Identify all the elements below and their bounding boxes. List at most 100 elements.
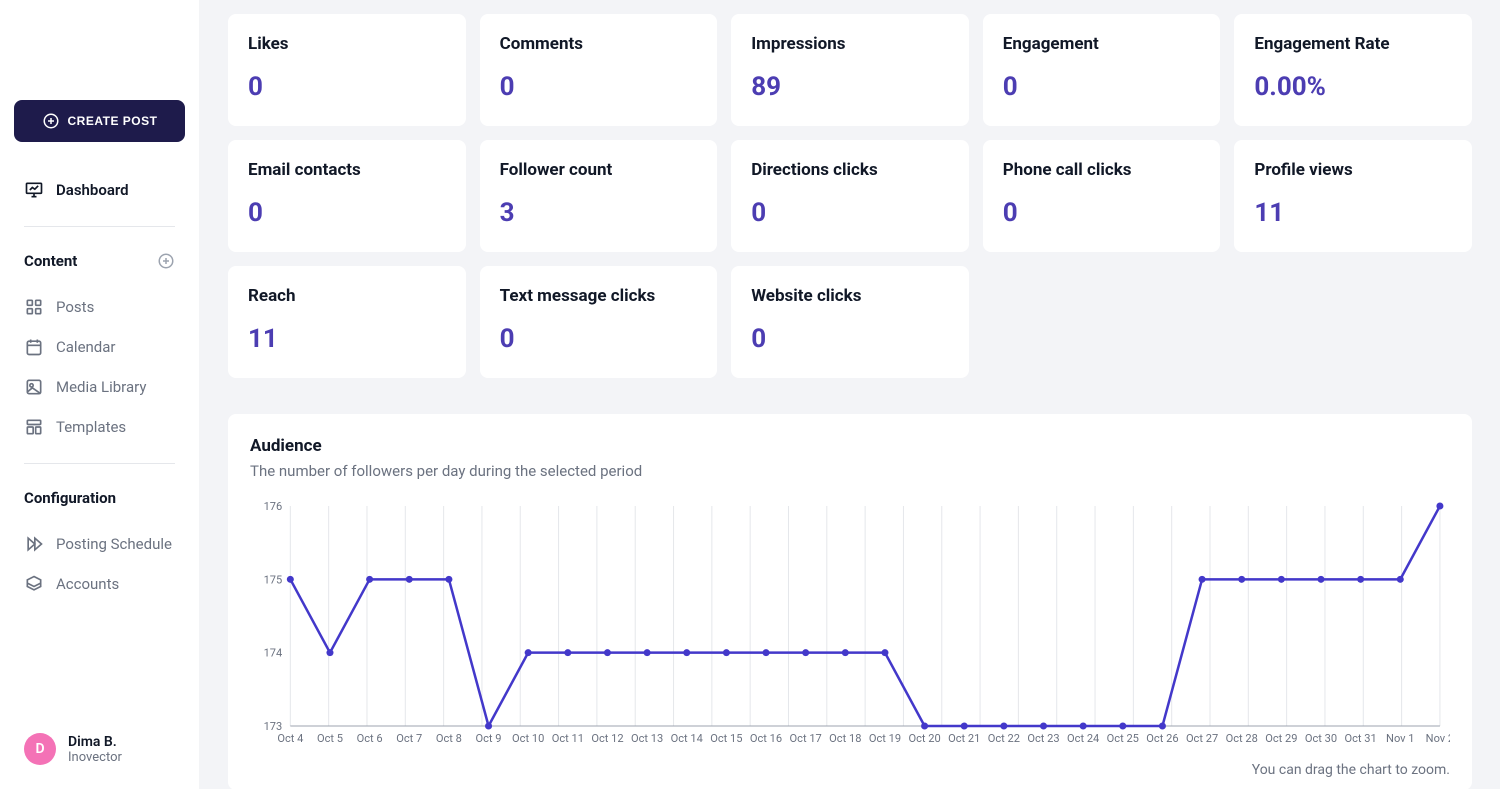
- svg-text:Nov 2: Nov 2: [1426, 732, 1450, 745]
- avatar: D: [24, 733, 56, 765]
- nav-dashboard-label: Dashboard: [56, 181, 129, 199]
- nav-item-label: Media Library: [56, 378, 146, 396]
- metric-label: Email contacts: [248, 160, 446, 180]
- nav-item-label: Posts: [56, 298, 94, 316]
- accounts-icon: [24, 574, 44, 594]
- svg-text:176: 176: [264, 500, 283, 513]
- svg-text:174: 174: [264, 647, 283, 660]
- metric-text-message-clicks: Text message clicks0: [480, 266, 718, 378]
- svg-text:Oct 12: Oct 12: [591, 732, 623, 745]
- svg-text:Oct 13: Oct 13: [631, 732, 663, 745]
- metric-label: Directions clicks: [751, 160, 949, 180]
- svg-text:Oct 23: Oct 23: [1027, 732, 1059, 745]
- main-content: Likes0Comments0Impressions89Engagement0E…: [200, 0, 1500, 789]
- metric-value: 0: [1003, 198, 1201, 228]
- metric-engagement: Engagement 0: [983, 14, 1221, 126]
- nav-item-posting-schedule[interactable]: Posting Schedule: [14, 524, 185, 564]
- nav-item-templates[interactable]: Templates: [14, 407, 185, 447]
- svg-text:173: 173: [264, 720, 283, 733]
- metric-comments: Comments 0: [480, 14, 718, 126]
- svg-text:Oct 4: Oct 4: [277, 732, 303, 745]
- svg-text:Oct 15: Oct 15: [710, 732, 742, 745]
- plus-circle-outline-icon[interactable]: [157, 252, 175, 270]
- svg-text:Oct 26: Oct 26: [1146, 732, 1178, 745]
- metric-label: Impressions: [751, 34, 949, 54]
- create-post-label: CREATE POST: [68, 114, 158, 128]
- metric-profile-views: Profile views 11: [1234, 140, 1472, 252]
- metric-value: 0: [500, 72, 698, 102]
- svg-text:Oct 25: Oct 25: [1107, 732, 1139, 745]
- metric-follower-count: Follower count 3: [480, 140, 718, 252]
- svg-text:Oct 19: Oct 19: [869, 732, 901, 745]
- svg-text:Oct 17: Oct 17: [790, 732, 822, 745]
- svg-text:Oct 5: Oct 5: [317, 732, 343, 745]
- nav-dashboard[interactable]: Dashboard: [14, 170, 185, 210]
- metric-label: Profile views: [1254, 160, 1452, 180]
- chart-subtitle: The number of followers per day during t…: [250, 462, 1450, 480]
- svg-text:Oct 11: Oct 11: [552, 732, 584, 745]
- nav-item-label: Accounts: [56, 575, 119, 593]
- metric-label: Phone call clicks: [1003, 160, 1201, 180]
- metric-value: 0: [751, 324, 949, 354]
- nav-item-label: Templates: [56, 418, 126, 436]
- svg-text:Oct 22: Oct 22: [988, 732, 1020, 745]
- metrics-grid: Likes0Comments0Impressions89Engagement0E…: [228, 14, 1472, 378]
- metric-value: 11: [1254, 198, 1452, 228]
- metric-engagement-rate: Engagement Rate 0.00%: [1234, 14, 1472, 126]
- svg-text:Oct 30: Oct 30: [1305, 732, 1337, 745]
- nav-item-accounts[interactable]: Accounts: [14, 564, 185, 604]
- metric-label: Reach: [248, 286, 446, 306]
- configuration-section-header: Configuration: [14, 480, 185, 516]
- metric-value: 89: [751, 72, 949, 102]
- metric-value: 0.00%: [1254, 72, 1452, 102]
- metric-label: Website clicks: [751, 286, 949, 306]
- metric-label: Engagement Rate: [1254, 34, 1452, 54]
- svg-text:Oct 7: Oct 7: [396, 732, 422, 745]
- metric-email-contacts: Email contacts 0: [228, 140, 466, 252]
- create-post-button[interactable]: CREATE POST: [14, 100, 185, 142]
- svg-text:Oct 24: Oct 24: [1067, 732, 1099, 745]
- svg-text:Nov 1: Nov 1: [1386, 732, 1414, 745]
- metric-value: 0: [751, 198, 949, 228]
- user-block[interactable]: D Dima B. Inovector: [14, 723, 185, 775]
- svg-text:175: 175: [264, 573, 283, 586]
- metric-label: Engagement: [1003, 34, 1201, 54]
- content-nav-list: Posts Calendar Media Library Templates: [14, 287, 185, 447]
- nav-item-calendar[interactable]: Calendar: [14, 327, 185, 367]
- audience-line-chart[interactable]: 173174175176Oct 4Oct 5Oct 6Oct 7Oct 8Oct…: [250, 496, 1450, 756]
- svg-text:Oct 27: Oct 27: [1186, 732, 1218, 745]
- nav-item-posts[interactable]: Posts: [14, 287, 185, 327]
- metric-reach: Reach 11: [228, 266, 466, 378]
- divider: [24, 463, 175, 464]
- metric-directions-clicks: Directions clicks 0: [731, 140, 969, 252]
- metric-label: Follower count: [500, 160, 698, 180]
- metric-label: Comments: [500, 34, 698, 54]
- nav-item-label: Posting Schedule: [56, 535, 172, 553]
- svg-text:Oct 9: Oct 9: [476, 732, 502, 745]
- svg-text:Oct 21: Oct 21: [948, 732, 980, 745]
- media-library-icon: [24, 377, 44, 397]
- metric-value: 0: [248, 72, 446, 102]
- user-name: Dima B.: [68, 734, 122, 750]
- metric-likes: Likes0: [228, 14, 466, 126]
- metric-value: 0: [500, 324, 698, 354]
- sidebar: CREATE POST Dashboard Content PostsCalen…: [0, 0, 200, 789]
- svg-text:Oct 18: Oct 18: [829, 732, 861, 745]
- posting-schedule-icon: [24, 534, 44, 554]
- templates-icon: [24, 417, 44, 437]
- metric-impressions: Impressions 89: [731, 14, 969, 126]
- svg-text:Oct 10: Oct 10: [512, 732, 544, 745]
- metric-value: 11: [248, 324, 446, 354]
- metric-value: 0: [1003, 72, 1201, 102]
- chart-title: Audience: [250, 436, 1450, 456]
- svg-text:Oct 29: Oct 29: [1265, 732, 1297, 745]
- config-nav-list: Posting Schedule Accounts: [14, 524, 185, 604]
- configuration-header-label: Configuration: [24, 489, 116, 507]
- svg-text:Oct 31: Oct 31: [1345, 732, 1377, 745]
- nav-item-label: Calendar: [56, 338, 116, 356]
- divider: [24, 226, 175, 227]
- audience-chart-card: Audience The number of followers per day…: [228, 414, 1472, 789]
- metric-value: 0: [248, 198, 446, 228]
- metric-value: 3: [500, 198, 698, 228]
- nav-item-media-library[interactable]: Media Library: [14, 367, 185, 407]
